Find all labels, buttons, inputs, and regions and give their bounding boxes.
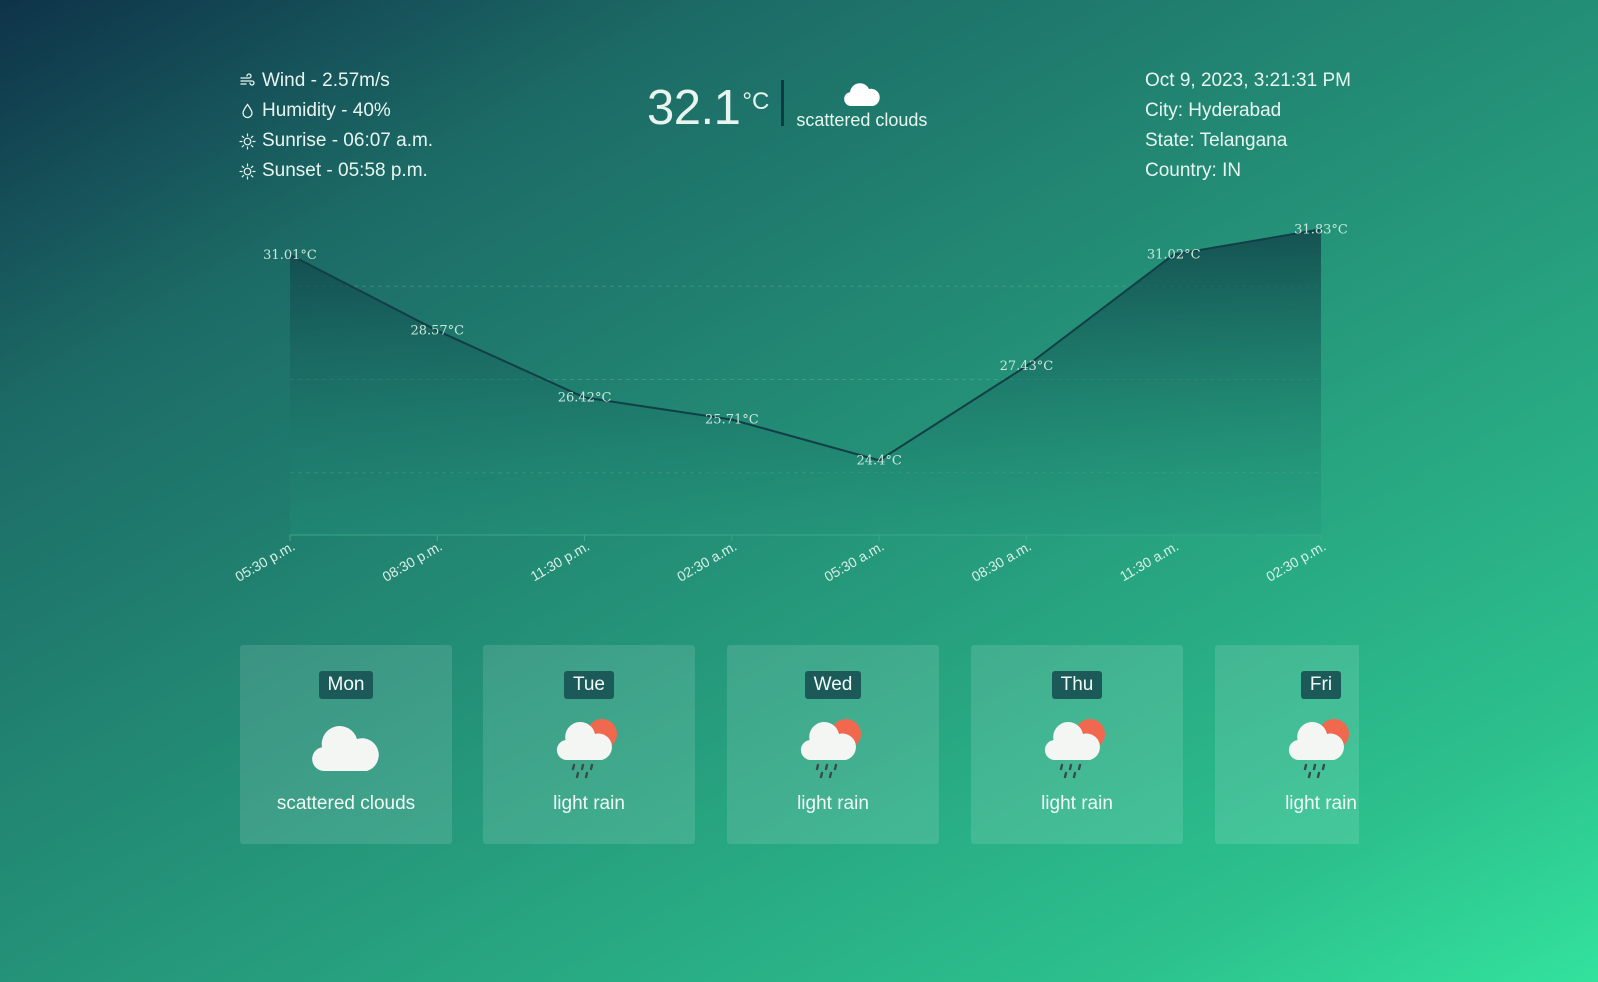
forecast-desc: light rain [1041, 793, 1113, 814]
temperature-area [290, 229, 1321, 535]
data-point [730, 418, 734, 422]
current-weather: 32.1 °C scattered clouds [647, 80, 927, 136]
data-label: 31.01°C [263, 248, 317, 263]
rain-sun-icon [1044, 719, 1105, 779]
data-label: 27.43°C [1000, 359, 1054, 374]
x-tick-label: 05:30 p.m. [232, 538, 297, 585]
data-label: 26.42°C [558, 391, 612, 406]
rain-sun-icon [1288, 719, 1349, 779]
x-tick-label: 11:30 a.m. [1117, 538, 1181, 584]
forecast-card-fri[interactable]: Fri light rain [1215, 645, 1359, 844]
weather-stats: Wind - 2.57m/s Humidity - 40% Sunrise - … [239, 66, 433, 186]
forecast-day: Thu [1051, 671, 1103, 699]
chart-marks: 31.01°C 05:30 p.m. 28.57°C 08:30 p.m. 26.42°… [232, 222, 1348, 584]
data-label: 25.71°C [705, 413, 759, 428]
forecast-desc: light rain [553, 793, 625, 814]
chart-grid [290, 285, 1321, 474]
sunrise-text: Sunrise - 06:07 a.m. [262, 130, 434, 151]
rain-sun-icon [800, 719, 861, 779]
forecast-desc: scattered clouds [276, 793, 416, 814]
forecast-day: Tue [563, 671, 615, 699]
x-tick-label: 11:30 p.m. [528, 538, 592, 584]
data-point [1172, 252, 1176, 256]
forecast-card-mon[interactable]: Mon scattered clouds [240, 645, 452, 844]
current-condition: scattered clouds [796, 80, 927, 131]
forecast-day: Mon [318, 671, 374, 699]
sunrise-row: Sunrise - 06:07 a.m. [239, 126, 433, 156]
country-text: Country: IN [1145, 160, 1242, 181]
wind-text: Wind - 2.57m/s [262, 70, 390, 91]
forecast-day: Wed [804, 671, 862, 699]
data-label: 31.83°C [1294, 222, 1348, 237]
cloud-icon [844, 83, 880, 106]
sunset-row: Sunset - 05:58 p.m. [239, 156, 433, 186]
forecast-day: Fri [1300, 671, 1342, 699]
temp-divider [781, 80, 785, 126]
data-point [435, 329, 439, 333]
current-condition-text: scattered clouds [796, 110, 928, 130]
temp-unit: °C [742, 88, 770, 115]
humidity-row: Humidity - 40% [239, 96, 433, 126]
wind-icon [239, 73, 256, 90]
temperature-line [289, 228, 1322, 462]
humidity-text: Humidity - 40% [262, 100, 391, 121]
x-tick-label: 02:30 a.m. [674, 538, 739, 585]
location-info: Oct 9, 2023, 3:21:31 PM City: Hyderabad … [1145, 66, 1351, 186]
x-tick-label: 08:30 p.m. [379, 538, 444, 585]
data-point [877, 458, 881, 462]
forecast-card-tue[interactable]: Tue light rain [483, 645, 695, 844]
data-point [1024, 364, 1028, 368]
state-text: State: Telangana [1145, 130, 1288, 151]
forecast-card-wed[interactable]: Wed light rain [727, 645, 939, 844]
x-tick-label: 08:30 a.m. [969, 538, 1034, 585]
cloud-icon [312, 726, 379, 771]
x-tick-label: 05:30 a.m. [821, 538, 886, 585]
datetime-text: Oct 9, 2023, 3:21:31 PM [1145, 70, 1351, 91]
forecast-desc: light rain [797, 793, 869, 814]
forecast-cards: Mon scattered clouds Tue light rain Wed [240, 645, 1359, 845]
data-point [1319, 227, 1323, 231]
rain-sun-icon [556, 719, 617, 779]
wind-row: Wind - 2.57m/s [239, 66, 433, 96]
sun-icon [239, 162, 256, 180]
x-tick-label: 02:30 p.m. [1263, 538, 1328, 585]
data-point [288, 253, 292, 257]
sunset-text: Sunset - 05:58 p.m. [262, 160, 428, 181]
city-text: City: Hyderabad [1145, 100, 1282, 121]
sun-icon [239, 132, 256, 150]
forecast-desc: light rain [1285, 793, 1357, 814]
current-temp: 32.1 [647, 81, 741, 135]
data-label: 28.57°C [410, 324, 464, 339]
data-label: 31.02°C [1147, 247, 1201, 262]
data-label: 24.4°C [856, 453, 901, 468]
forecast-card-thu[interactable]: Thu light rain [971, 645, 1183, 844]
droplet-icon [239, 103, 256, 120]
data-point [583, 396, 587, 400]
